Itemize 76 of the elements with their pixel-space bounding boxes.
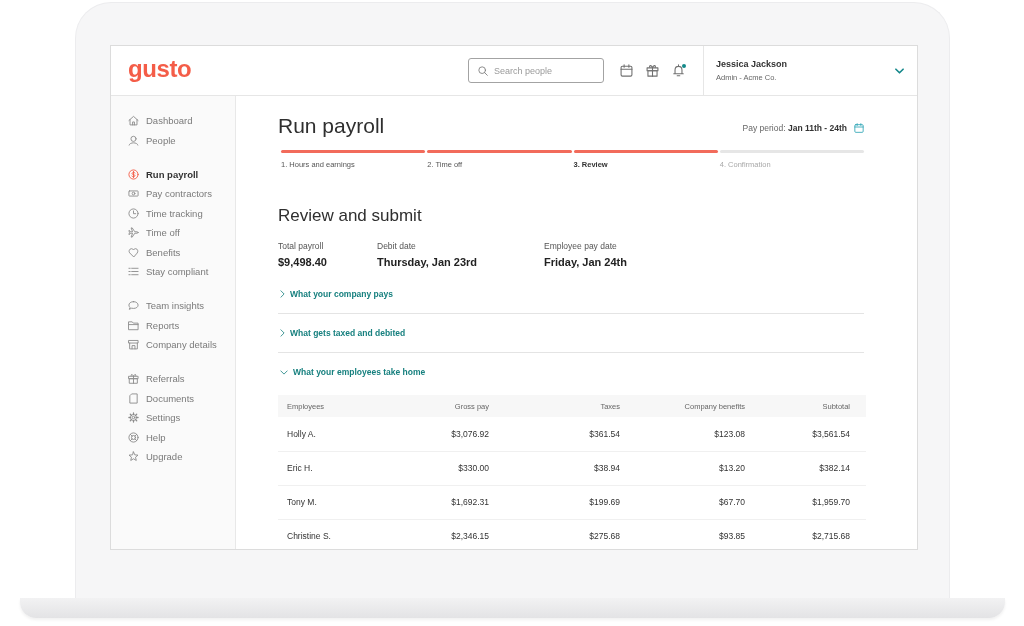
summary-label: Total payroll — [278, 241, 324, 252]
table-cell: Holly A. — [278, 417, 398, 451]
chevron-down-icon — [280, 369, 288, 375]
sidebar-item[interactable]: Documents — [128, 388, 195, 409]
home-icon — [128, 115, 139, 127]
sidebar-item[interactable]: Time tracking — [128, 203, 203, 223]
storefront-icon — [128, 339, 139, 351]
table-cell: $38.94 — [498, 451, 629, 485]
banknote-icon — [128, 188, 139, 200]
table-cell: Christine S. — [278, 519, 398, 549]
sidebar-item[interactable]: Benefits — [128, 242, 181, 262]
gift-icon[interactable] — [646, 64, 659, 77]
gift-icon — [128, 373, 139, 385]
logo[interactable]: gusto — [128, 56, 192, 81]
calendar-icon[interactable] — [854, 123, 864, 133]
user-name: Jessica Jackson — [716, 59, 788, 69]
chevron-right-icon — [280, 290, 285, 298]
table-cell: $13.20 — [629, 451, 754, 485]
summary-value: Thursday, Jan 23rd — [377, 256, 478, 269]
table-cell: $123.08 — [629, 417, 754, 451]
sidebar-item[interactable]: Stay compliant — [128, 261, 209, 282]
list-icon — [128, 265, 139, 277]
search-icon — [478, 65, 488, 76]
sidebar-item[interactable]: Pay contractors — [128, 184, 212, 204]
sidebar-item[interactable]: Run payroll — [128, 164, 199, 185]
sidebar-item[interactable]: Help — [128, 427, 166, 447]
table-cell: $382.14 — [754, 451, 866, 485]
chevron-right-icon — [280, 329, 285, 337]
airplane-icon — [128, 227, 139, 239]
sidebar-item[interactable]: Upgrade — [128, 446, 183, 467]
page-title: Run payroll — [278, 113, 385, 139]
table-cell: $1,959.70 — [754, 485, 866, 519]
dollar-coin-icon — [128, 168, 139, 180]
gear-icon — [128, 412, 139, 424]
table-cell: $275.68 — [498, 519, 629, 549]
person-icon — [128, 134, 139, 146]
pay-period-text: Pay period: Jan 11th - 24th — [742, 123, 847, 133]
table-cell: Eric H. — [278, 451, 398, 485]
table-cell: $93.85 — [629, 519, 754, 549]
folder-icon — [128, 319, 139, 331]
table-cell: $67.70 — [629, 485, 754, 519]
chevron-down-icon — [895, 67, 904, 74]
accordion-toggle[interactable]: What your employees take home — [278, 367, 426, 377]
document-icon — [128, 392, 139, 404]
bell-icon[interactable] — [672, 64, 685, 77]
clock-icon — [128, 207, 139, 219]
table-cell: $361.54 — [498, 417, 629, 451]
star-icon — [128, 451, 139, 463]
table-cell: $1,692.31 — [398, 485, 498, 519]
table-cell: $2,346.15 — [398, 519, 498, 549]
section-heading: Review and submit — [278, 206, 422, 226]
summary-label: Debit date — [377, 241, 416, 252]
sidebar-item[interactable]: Time off — [128, 222, 180, 243]
sidebar-item[interactable]: Settings — [128, 408, 181, 428]
summary-value: $9,498.40 — [278, 256, 327, 269]
accordion-toggle[interactable]: What your company pays — [278, 289, 393, 299]
sidebar-item[interactable]: Referrals — [128, 369, 185, 389]
table-cell: $330.00 — [398, 451, 498, 485]
table-cell: $3,561.54 — [754, 417, 866, 451]
table-cell: $2,715.68 — [754, 519, 866, 549]
calendar-icon[interactable] — [620, 64, 633, 77]
sidebar-item[interactable]: People — [128, 130, 176, 150]
summary-value: Friday, Jan 24th — [544, 256, 627, 269]
speech-bubble-icon — [128, 300, 139, 312]
sidebar-item[interactable]: Dashboard — [128, 111, 193, 131]
sidebar-item[interactable]: Company details — [128, 334, 217, 355]
table-cell: $3,076.92 — [398, 417, 498, 451]
accordion-toggle[interactable]: What gets taxed and debited — [278, 328, 406, 338]
sidebar-item[interactable]: Reports — [128, 315, 180, 335]
lifebuoy-icon — [128, 431, 139, 443]
table-cell: $199.69 — [498, 485, 629, 519]
table-cell: Tony M. — [278, 485, 398, 519]
sidebar-item[interactable]: Team insights — [128, 296, 205, 316]
heart-icon — [128, 246, 139, 258]
summary-label: Employee pay date — [544, 241, 617, 252]
search-field[interactable]: Search people — [468, 58, 604, 83]
